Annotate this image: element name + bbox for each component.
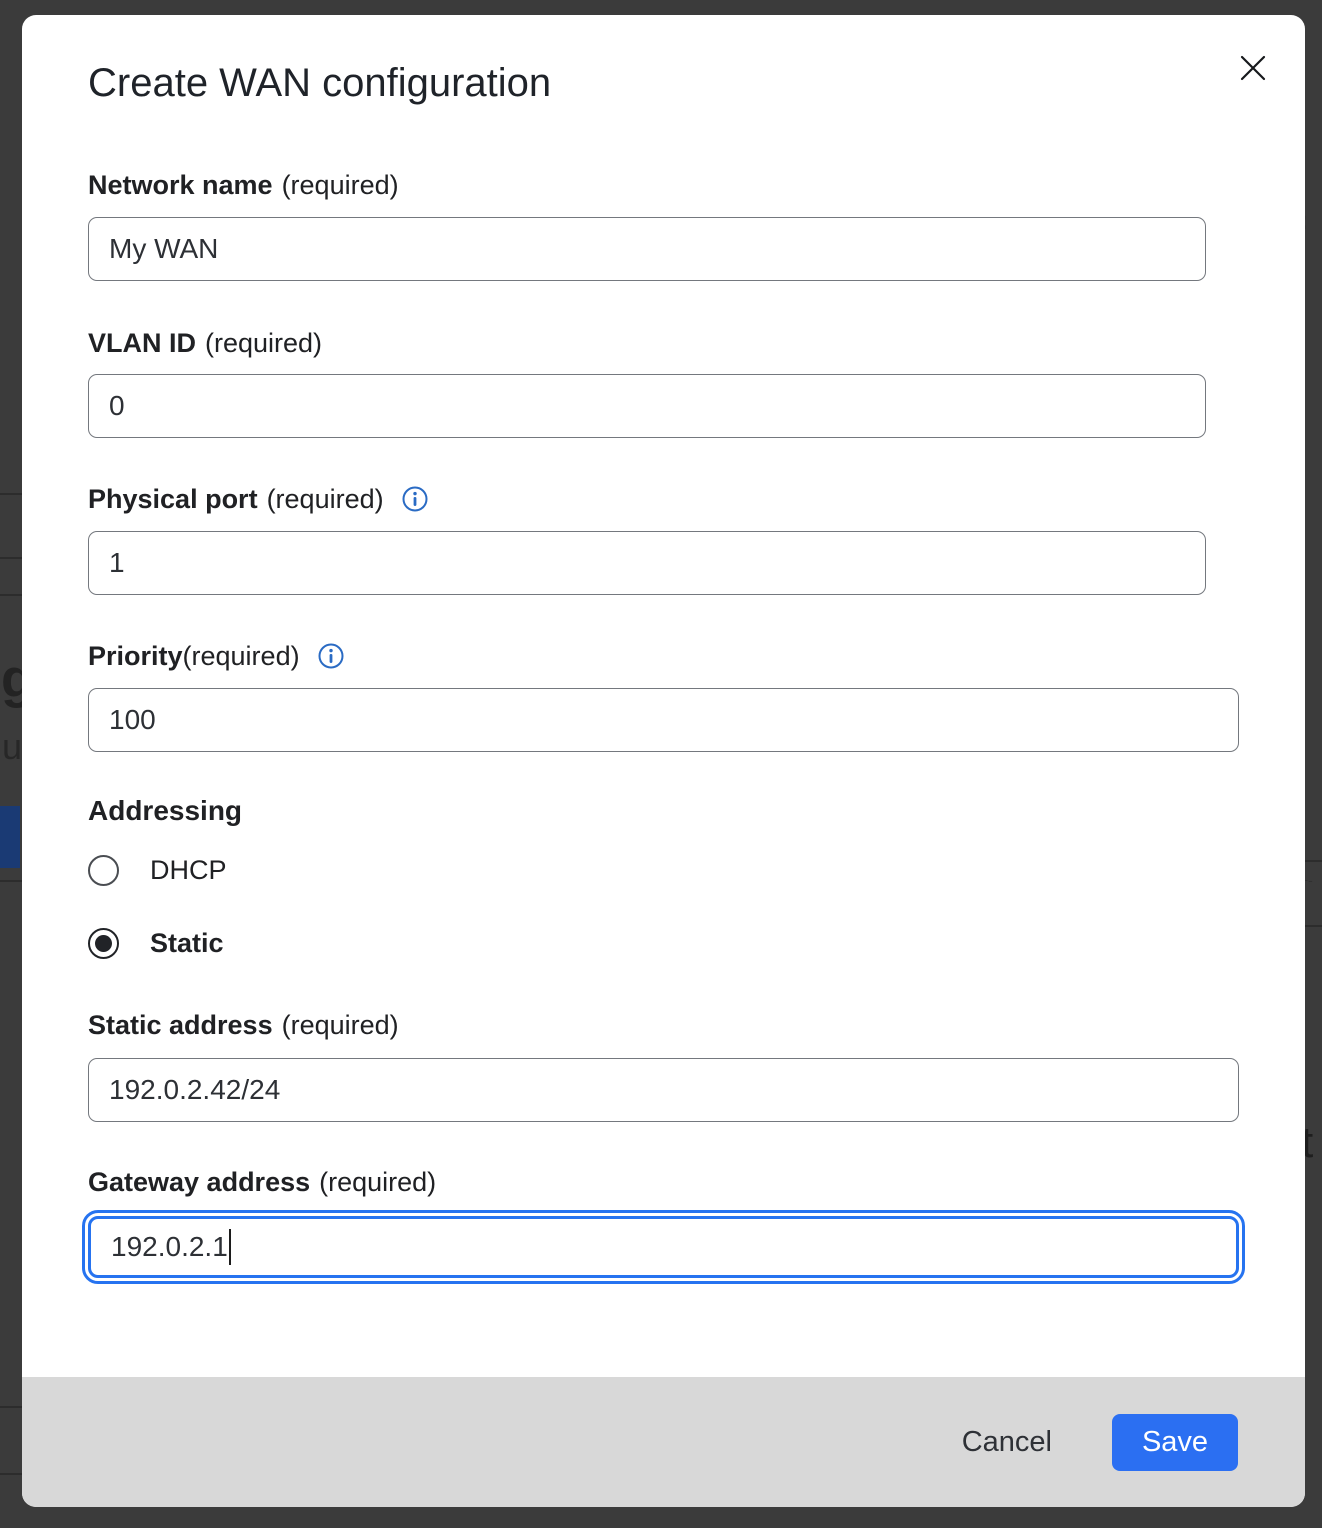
field-label-text: Static address [88, 1007, 273, 1043]
required-hint: (required) [183, 638, 300, 674]
field-label-text: VLAN ID [88, 325, 196, 361]
required-hint: (required) [282, 1007, 399, 1043]
dialog-title: Create WAN configuration [88, 58, 551, 108]
gateway-address-value: 192.0.2.1 [111, 1231, 228, 1263]
required-hint: (required) [282, 167, 399, 203]
info-icon[interactable] [317, 642, 345, 670]
priority-input[interactable] [88, 688, 1239, 752]
required-hint: (required) [319, 1164, 436, 1200]
field-label-text: Physical port [88, 481, 258, 517]
required-hint: (required) [205, 325, 322, 361]
background-divider [0, 1406, 22, 1408]
background-divider [0, 557, 22, 559]
info-icon[interactable] [401, 485, 429, 513]
background-button-fragment [0, 806, 20, 868]
background-divider [0, 493, 22, 495]
radio-checked-icon[interactable] [88, 928, 119, 959]
field-label-text: Gateway address [88, 1164, 310, 1200]
vlan-id-input[interactable] [88, 374, 1206, 438]
dialog-footer: Cancel Save [22, 1377, 1305, 1507]
static-address-label: Static address (required) [88, 1007, 399, 1043]
background-divider [0, 594, 22, 596]
network-name-input[interactable] [88, 217, 1206, 281]
background-text-fragment: g [1, 648, 22, 710]
addressing-option-dhcp[interactable]: DHCP [88, 855, 227, 886]
gateway-address-label: Gateway address (required) [88, 1164, 436, 1200]
field-label-text: Network name [88, 167, 273, 203]
cancel-button[interactable]: Cancel [956, 1416, 1058, 1469]
static-address-input[interactable] [88, 1058, 1239, 1122]
vlan-id-label: VLAN ID (required) [88, 325, 322, 361]
background-text-fragment: u [2, 726, 22, 768]
background-divider [0, 880, 22, 882]
field-label-text: Priority [88, 638, 183, 674]
create-wan-configuration-dialog: Create WAN configuration Network name (r… [22, 15, 1305, 1507]
close-icon [1238, 53, 1268, 83]
radio-unchecked-icon[interactable] [88, 855, 119, 886]
close-button[interactable] [1228, 43, 1278, 93]
save-button[interactable]: Save [1112, 1414, 1238, 1471]
text-cursor [229, 1229, 231, 1265]
background-divider [0, 1473, 22, 1475]
addressing-heading: Addressing [88, 795, 242, 827]
physical-port-input[interactable] [88, 531, 1206, 595]
required-hint: (required) [267, 481, 384, 517]
radio-label: Static [150, 928, 224, 959]
gateway-address-input[interactable]: 192.0.2.1 [88, 1216, 1239, 1278]
background-divider [1305, 925, 1322, 927]
priority-label: Priority (required) [88, 638, 345, 674]
physical-port-label: Physical port (required) [88, 481, 429, 517]
network-name-label: Network name (required) [88, 167, 399, 203]
background-divider [1305, 860, 1322, 862]
radio-label: DHCP [150, 855, 227, 886]
addressing-option-static[interactable]: Static [88, 928, 224, 959]
